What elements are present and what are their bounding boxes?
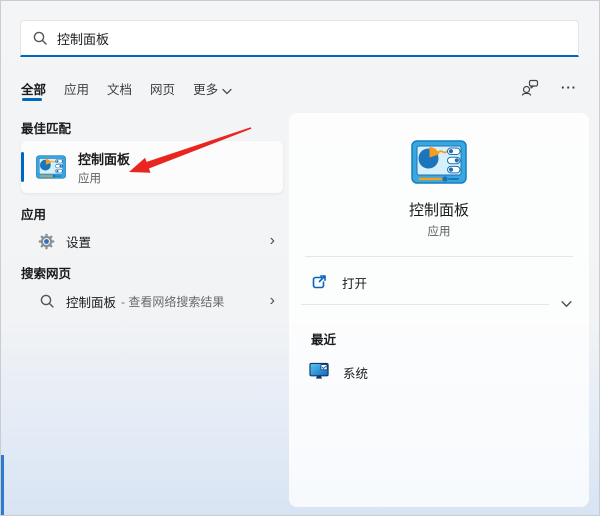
chevron-right-icon: ›: [269, 292, 275, 309]
search-icon: [33, 31, 47, 45]
tab-web-label: 网页: [150, 83, 176, 97]
tab-all-label: 全部: [21, 83, 47, 97]
preview-app-subtitle: 应用: [427, 226, 451, 238]
search-flyout-window: 全部 应用 文档 网页 更多 ··· 最佳匹配 控制面板 应用 应用 设置 › …: [0, 0, 600, 516]
web-search-hint: - 查看网络搜索结果: [121, 294, 225, 309]
recent-item-label: 系统: [343, 366, 369, 381]
system-monitor-icon: [309, 362, 329, 380]
expand-actions-chevron[interactable]: [557, 296, 575, 312]
best-match-title: 控制面板: [78, 151, 131, 167]
tab-more[interactable]: 更多: [193, 79, 232, 98]
app-item-settings[interactable]: 设置 ›: [21, 225, 283, 257]
apps-heading: 应用: [21, 208, 47, 222]
user-feedback-icon[interactable]: [521, 79, 539, 96]
chevron-down-icon: [222, 88, 232, 95]
selection-accent-bar: [21, 152, 24, 182]
open-action-label: 打开: [342, 276, 368, 291]
recent-item-system[interactable]: 系统: [301, 355, 577, 389]
settings-gear-icon: [38, 233, 55, 250]
tab-documents-label: 文档: [107, 83, 133, 97]
search-input[interactable]: [57, 30, 537, 46]
divider: [301, 304, 549, 305]
tab-apps-label: 应用: [64, 83, 90, 97]
search-icon: [38, 293, 55, 310]
best-match-item-control-panel[interactable]: 控制面板 应用: [21, 141, 283, 193]
app-item-label: 设置: [66, 235, 92, 250]
preview-panel: 控制面板 应用 打开 最近 系统: [289, 113, 589, 507]
bottom-left-blue-strip: [1, 455, 4, 515]
chevron-right-icon: ›: [269, 232, 275, 249]
tab-documents[interactable]: 文档: [107, 79, 132, 98]
recent-heading: 最近: [311, 333, 337, 347]
search-box[interactable]: [20, 20, 579, 57]
web-search-heading: 搜索网页: [21, 267, 72, 281]
open-action[interactable]: 打开: [301, 265, 577, 299]
preview-app-title: 控制面板: [408, 202, 469, 219]
tab-apps[interactable]: 应用: [64, 79, 89, 98]
divider: [305, 256, 573, 257]
web-search-query: 控制面板: [66, 295, 117, 310]
tab-more-label: 更多: [193, 83, 219, 97]
search-filter-tabs: 全部 应用 文档 网页 更多: [21, 79, 232, 101]
open-external-icon: [312, 275, 326, 289]
best-match-heading: 最佳匹配: [21, 122, 72, 136]
control-panel-icon: [36, 155, 66, 179]
chevron-down-icon: [560, 301, 572, 307]
control-panel-icon-large: [411, 139, 467, 185]
web-search-item[interactable]: 控制面板 - 查看网络搜索结果 ›: [21, 285, 283, 317]
tab-all[interactable]: 全部: [21, 79, 47, 101]
tab-web[interactable]: 网页: [150, 79, 175, 98]
best-match-subtitle: 应用: [78, 172, 101, 185]
more-options-icon[interactable]: ···: [561, 81, 577, 94]
